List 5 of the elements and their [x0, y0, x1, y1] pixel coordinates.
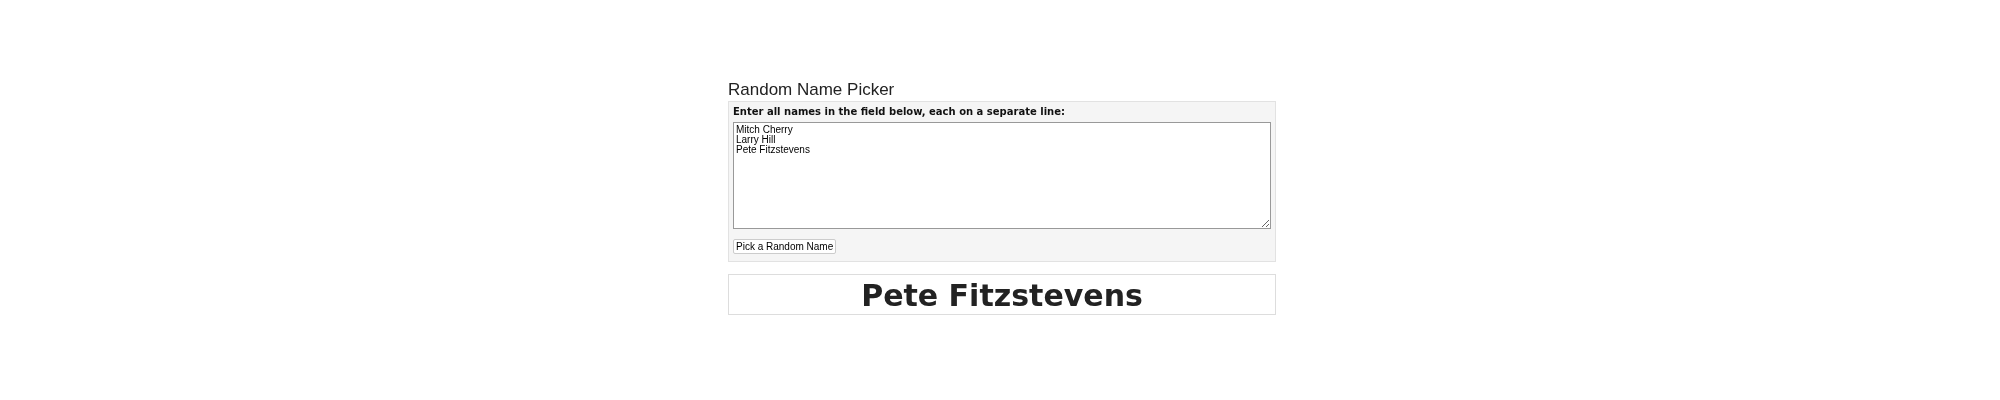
page-title: Random Name Picker: [728, 80, 896, 100]
names-input-field[interactable]: Mitch Cherry Larry Hill Pete Fitzstevens: [733, 122, 1271, 229]
result-name: Pete Fitzstevens: [728, 274, 1276, 315]
pick-name-button[interactable]: Pick a Random Name: [733, 239, 837, 254]
instruction-label: Enter all names in the field below, each on a separate line:: [733, 106, 1066, 117]
